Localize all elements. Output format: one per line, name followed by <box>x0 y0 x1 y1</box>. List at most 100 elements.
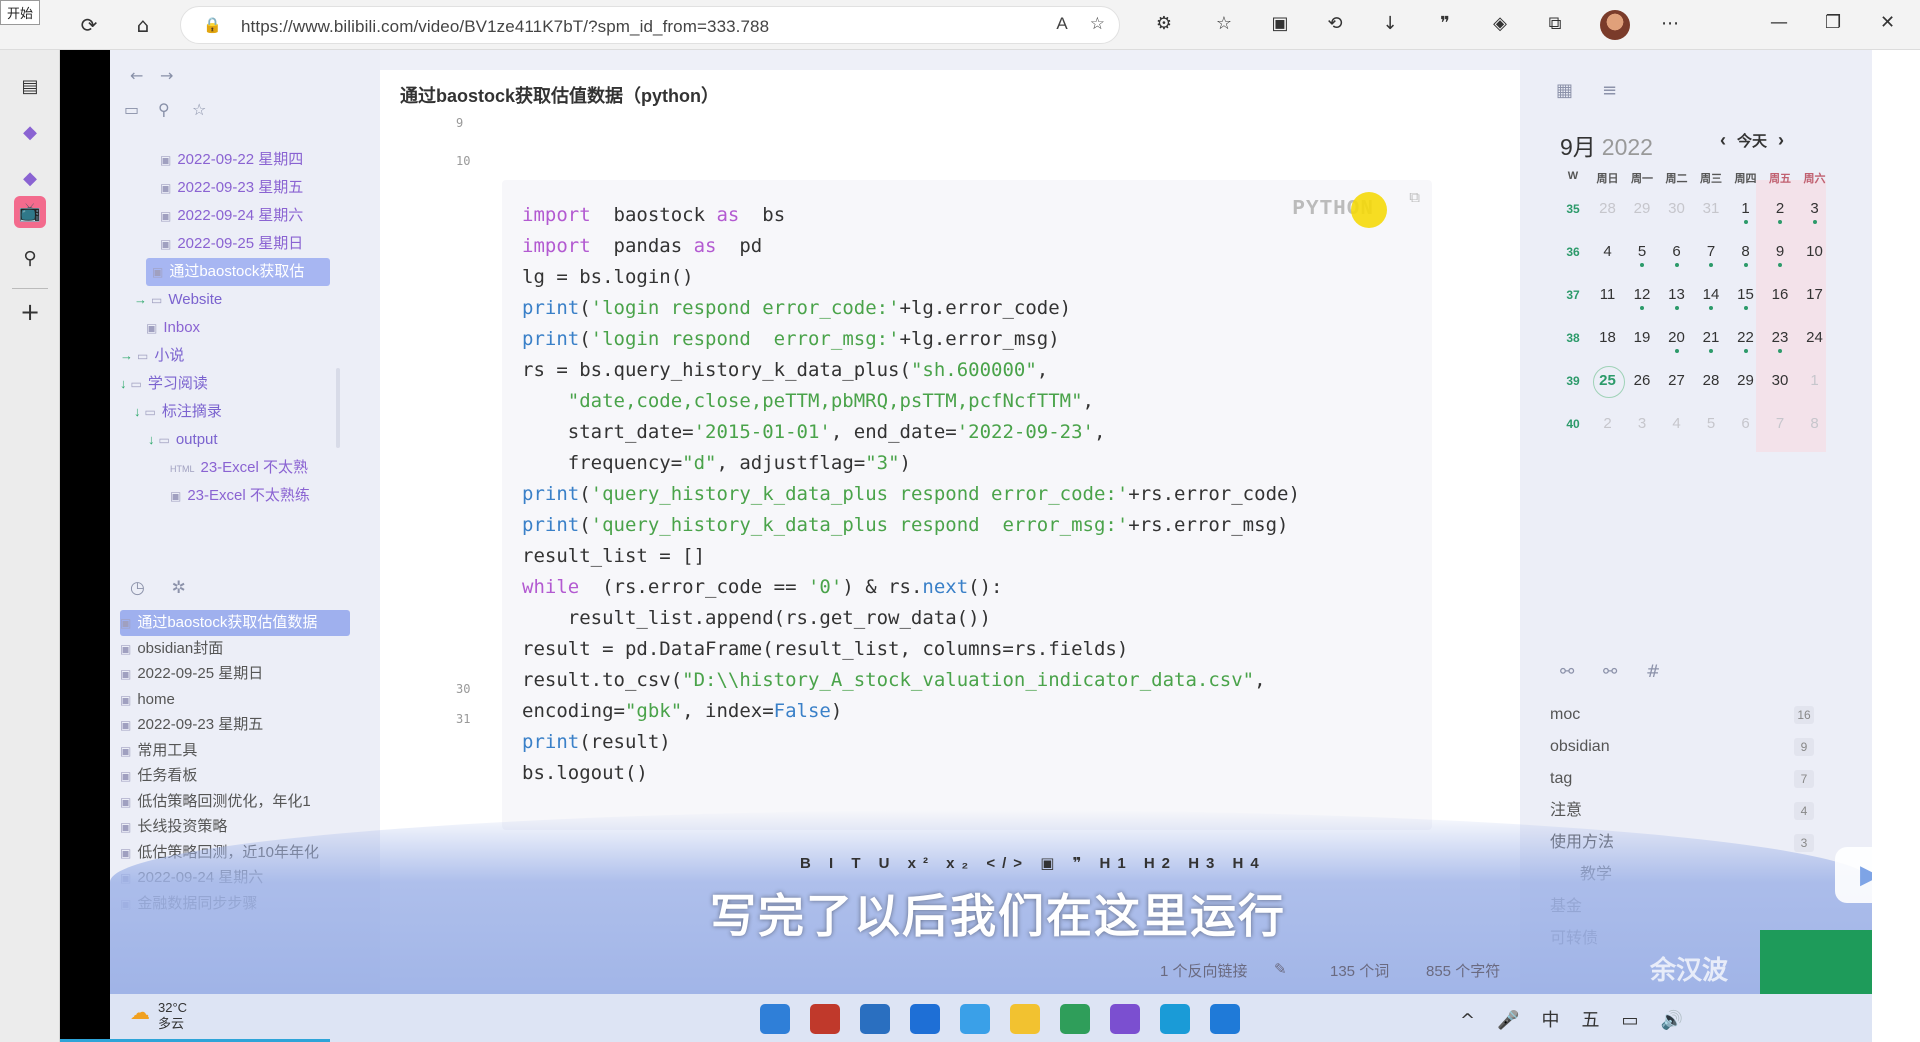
calendar-day[interactable]: 16 <box>1763 280 1797 314</box>
copy-code-icon[interactable]: ⧉ <box>1409 188 1420 206</box>
microphone-icon[interactable]: 🎤 <box>1497 1010 1519 1031</box>
tree-item[interactable]: ↓ ▭ 学习阅读 <box>120 370 330 398</box>
calendar-day[interactable]: 6 <box>1660 237 1694 271</box>
calendar-day[interactable]: 1 <box>1798 366 1832 400</box>
calendar-day[interactable]: 26 <box>1625 366 1659 400</box>
calendar-day[interactable]: 2 <box>1591 409 1625 443</box>
calendar-day[interactable]: 18 <box>1591 323 1625 357</box>
calendar-day[interactable]: 19 <box>1625 323 1659 357</box>
close-icon[interactable]: ✕ <box>1880 12 1895 33</box>
calendar-day[interactable]: 1 <box>1729 194 1763 228</box>
today-button[interactable]: 今天 <box>1737 133 1767 150</box>
bilibili-tv-icon[interactable]: 📺 <box>14 196 46 228</box>
tree-item[interactable]: ▣ 2022-09-22 星期四 <box>160 146 330 174</box>
home-icon[interactable]: ⌂ <box>130 12 156 38</box>
pane-scrollbar[interactable] <box>336 368 340 448</box>
app-icon[interactable] <box>1060 1004 1090 1034</box>
prev-month-icon[interactable]: ‹ <box>1720 130 1726 150</box>
tree-item[interactable]: ↓ ▭ 标注摘录 <box>134 398 330 426</box>
profile-avatar[interactable] <box>1600 10 1630 40</box>
ime-mode-icon[interactable]: 五 <box>1582 1010 1600 1031</box>
calendar-day[interactable]: 27 <box>1660 366 1694 400</box>
calendar-day[interactable]: 7 <box>1763 409 1797 443</box>
calendar-day[interactable]: 11 <box>1591 280 1625 314</box>
calendar-day[interactable]: 30 <box>1763 366 1797 400</box>
chevron-right-icon[interactable]: → <box>134 292 147 307</box>
collections-icon[interactable]: ▣ <box>1268 13 1292 37</box>
puzzle-icon[interactable]: ✲ <box>172 578 186 598</box>
minimize-icon[interactable]: — <box>1770 12 1788 33</box>
chevron-down-icon[interactable]: ↓ <box>134 404 141 419</box>
calendar-day[interactable]: 23 <box>1763 323 1797 357</box>
calendar-day[interactable]: 31 <box>1694 194 1728 228</box>
obsidian-taskbar-icon[interactable] <box>1110 1004 1140 1034</box>
play-icon[interactable]: ▶ <box>1835 847 1872 903</box>
recent-file-item[interactable]: ▣ 低估策略回测优化，年化1 <box>120 789 350 815</box>
calendar-day[interactable]: 8 <box>1729 237 1763 271</box>
recent-file-item[interactable]: ▣ 2022-09-23 星期五 <box>120 712 350 738</box>
address-bar[interactable]: 🔒 https://www.bilibili.com/video/BV1ze41… <box>180 6 1120 44</box>
back-icon[interactable]: ← <box>130 66 143 85</box>
calendar-day[interactable]: 5 <box>1625 237 1659 271</box>
calendar-day[interactable]: 25 <box>1591 366 1625 400</box>
calendar-day[interactable]: 20 <box>1660 323 1694 357</box>
refresh-icon[interactable]: ⟳ <box>76 12 102 38</box>
tree-item[interactable]: → ▭ Website <box>134 286 330 314</box>
chevron-down-icon[interactable]: ↓ <box>120 376 127 391</box>
recent-file-item[interactable]: ▣ 通过baostock获取估值数据 <box>120 610 350 636</box>
tag-item[interactable]: obsidian 9 <box>1550 732 1814 762</box>
next-month-icon[interactable]: › <box>1778 130 1784 150</box>
calendar-day[interactable]: 24 <box>1798 323 1832 357</box>
calendar-day[interactable]: 3 <box>1798 194 1832 228</box>
calendar-day[interactable]: 15 <box>1729 280 1763 314</box>
folder-icon[interactable]: ▭ <box>124 100 139 119</box>
calendar-day[interactable]: 3 <box>1625 409 1659 443</box>
file-explorer-icon[interactable] <box>1010 1004 1040 1034</box>
calendar-day[interactable]: 4 <box>1591 237 1625 271</box>
list-icon[interactable]: ≡ <box>1602 80 1617 101</box>
edit-icon[interactable]: ✎ <box>1274 960 1287 978</box>
tag-item[interactable]: moc 16 <box>1550 700 1814 730</box>
show-hidden-icons-icon[interactable]: ^ <box>1460 1010 1475 1031</box>
tree-item[interactable]: ↓ ▭ output <box>148 426 330 454</box>
backlinks-count[interactable]: 1 个反向链接 <box>1160 960 1248 981</box>
calendar-day[interactable]: 22 <box>1729 323 1763 357</box>
quote-icon[interactable]: ❞ <box>1433 13 1457 37</box>
more-menu-icon[interactable]: ⋯ <box>1658 13 1682 37</box>
tree-item[interactable]: ▣ 2022-09-25 星期日 <box>160 230 330 258</box>
recent-file-item[interactable]: ▣ 常用工具 <box>120 738 350 764</box>
calendar-day[interactable]: 5 <box>1694 409 1728 443</box>
history-icon[interactable]: ⟲ <box>1323 13 1347 37</box>
volume-icon[interactable]: 🔊 <box>1661 1010 1683 1031</box>
tag-collapse-icon[interactable]: ⚯ <box>1603 662 1617 682</box>
recent-file-item[interactable]: ▣ home <box>120 687 350 713</box>
recent-file-item[interactable]: ▣ 任务看板 <box>120 763 350 789</box>
calendar-day[interactable]: 13 <box>1660 280 1694 314</box>
obsidian-icon-2[interactable]: ◆ <box>14 162 46 194</box>
tag-item[interactable]: 注意 4 <box>1550 796 1814 826</box>
search-icon[interactable]: ⚲ <box>158 100 170 119</box>
tabs-icon[interactable]: ▤ <box>14 70 46 102</box>
code-block[interactable]: PYTHON ⧉ import baostock as bs import pan… <box>502 180 1432 830</box>
calendar-day[interactable]: 8 <box>1798 409 1832 443</box>
calendar-day[interactable]: 29 <box>1625 194 1659 228</box>
calendar-day[interactable]: 2 <box>1763 194 1797 228</box>
calendar-day[interactable]: 14 <box>1694 280 1728 314</box>
calendar-day[interactable]: 10 <box>1798 237 1832 271</box>
hash-icon[interactable]: # <box>1646 662 1660 682</box>
video-player[interactable]: ← → ▭ ⚲ ☆ ▣ 2022-09-22 星期四 ▣ 2022-09-23 星期五… <box>60 50 1872 1042</box>
star-icon[interactable]: ☆ <box>192 100 206 119</box>
obsidian-icon[interactable]: ◆ <box>14 116 46 148</box>
tree-item[interactable]: ▣ 2022-09-23 星期五 <box>160 174 330 202</box>
forward-icon[interactable]: → <box>160 66 173 85</box>
start-icon[interactable] <box>760 1004 790 1034</box>
calendar-day[interactable]: 12 <box>1625 280 1659 314</box>
calendar-icon[interactable]: ▦ <box>1556 80 1573 101</box>
tag-item[interactable]: tag 7 <box>1550 764 1814 794</box>
clock-icon[interactable]: ◷ <box>130 578 145 598</box>
display-icon[interactable]: ▭ <box>1622 1010 1639 1031</box>
app-icon[interactable] <box>810 1004 840 1034</box>
chevron-down-icon[interactable]: ↓ <box>148 432 155 447</box>
calendar-day[interactable]: 17 <box>1798 280 1832 314</box>
add-icon[interactable]: + <box>14 296 46 328</box>
